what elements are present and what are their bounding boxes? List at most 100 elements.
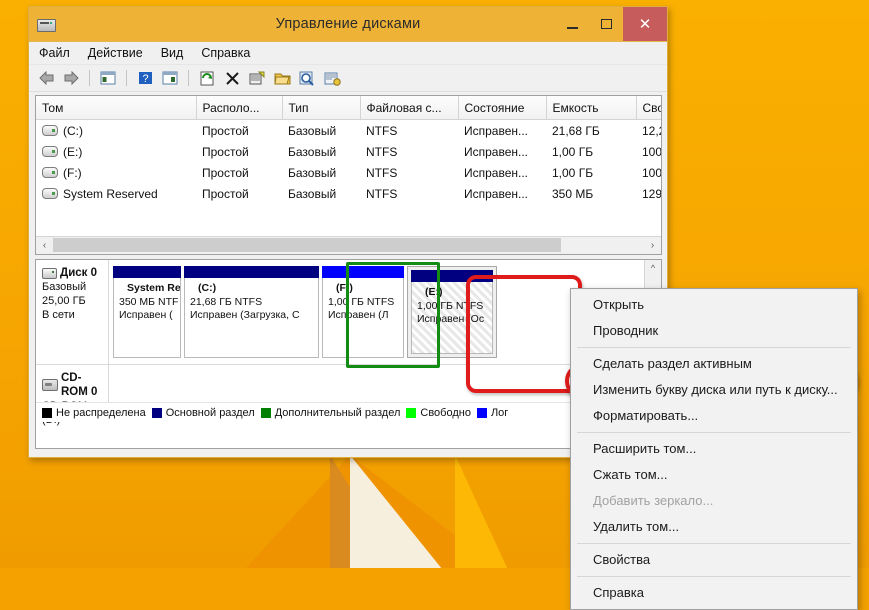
context-menu-item[interactable]: Справка bbox=[571, 580, 857, 606]
menu-item-help[interactable]: Справка bbox=[201, 46, 250, 60]
table-header-row: Том Располо... Тип Файловая с... Состоян… bbox=[36, 96, 662, 120]
volume-type: Базовый bbox=[282, 141, 360, 162]
menu-item-file[interactable]: Файл bbox=[39, 46, 70, 60]
delete-icon[interactable] bbox=[221, 67, 243, 89]
context-menu-item[interactable]: Форматировать... bbox=[571, 403, 857, 429]
partition-name: System Res bbox=[119, 282, 175, 296]
menu-item-view[interactable]: Вид bbox=[161, 46, 184, 60]
context-menu-item[interactable]: Изменить букву диска или путь к диску... bbox=[571, 377, 857, 403]
volume-status: Исправен... bbox=[458, 162, 546, 183]
table-row[interactable]: (E:)ПростойБазовыйNTFSИсправен...1,00 ГБ… bbox=[36, 141, 662, 162]
svg-text:?: ? bbox=[142, 73, 148, 85]
scroll-right-icon[interactable]: › bbox=[644, 237, 661, 254]
toolbar-separator-3 bbox=[188, 70, 189, 86]
volume-status: Исправен... bbox=[458, 141, 546, 162]
menu-separator bbox=[577, 432, 851, 433]
context-menu-item[interactable]: Открыть bbox=[571, 292, 857, 318]
column-header-volume[interactable]: Том bbox=[36, 96, 196, 120]
partition-block[interactable]: (C:)21,68 ГБ NTFSИсправен (Загрузка, С bbox=[184, 266, 319, 358]
volume-free: 1000 МБ bbox=[636, 141, 662, 162]
column-header-status[interactable]: Состояние bbox=[458, 96, 546, 120]
volume-list-hscrollbar[interactable]: ‹ › bbox=[36, 236, 661, 254]
rescan-disks-icon[interactable] bbox=[321, 67, 343, 89]
volume-filesystem: NTFS bbox=[360, 183, 458, 204]
table-row[interactable]: System ReservedПростойБазовыйNTFSИсправе… bbox=[36, 183, 662, 204]
volume-free: 129 МБ bbox=[636, 183, 662, 204]
table-row[interactable]: (C:)ПростойБазовыйNTFSИсправен...21,68 Г… bbox=[36, 120, 662, 142]
volume-layout: Простой bbox=[196, 183, 282, 204]
disk0-type: Базовый bbox=[42, 280, 104, 294]
column-header-type[interactable]: Тип bbox=[282, 96, 360, 120]
open-icon[interactable] bbox=[271, 67, 293, 89]
disk-graphical-panel: Диск 0 Базовый 25,00 ГБ В сети System Re… bbox=[35, 259, 662, 449]
volume-capacity: 1,00 ГБ bbox=[546, 141, 636, 162]
context-menu-item[interactable]: Удалить том... bbox=[571, 514, 857, 540]
partition-block[interactable]: (E:)1,00 ГБ NTFSИсправен (Ос bbox=[407, 266, 497, 358]
volume-name: System Reserved bbox=[36, 183, 196, 204]
hscroll-thumb[interactable] bbox=[53, 238, 561, 252]
partition-status: Исправен (Л bbox=[328, 309, 398, 323]
partition-color-bar bbox=[322, 266, 404, 278]
forward-icon[interactable] bbox=[60, 67, 82, 89]
wallpaper-petal-3 bbox=[350, 455, 455, 568]
cdrom0-info[interactable]: CD-ROM 0 CD-ROM (D:) bbox=[36, 365, 109, 404]
drive-icon bbox=[42, 167, 58, 178]
legend-item: Свободно bbox=[406, 407, 471, 419]
context-menu-item[interactable]: Расширить том... bbox=[571, 436, 857, 462]
context-menu-item[interactable]: Сжать том... bbox=[571, 462, 857, 488]
volume-name: (E:) bbox=[36, 141, 196, 162]
cdrom-icon bbox=[42, 379, 58, 391]
column-header-layout[interactable]: Располо... bbox=[196, 96, 282, 120]
volume-capacity: 1,00 ГБ bbox=[546, 162, 636, 183]
search-icon[interactable] bbox=[296, 67, 318, 89]
partition-name: (C:) bbox=[190, 282, 313, 296]
partition-details: (F:)1,00 ГБ NTFSИсправен (Л bbox=[322, 278, 404, 358]
column-header-free[interactable]: Свобод... bbox=[636, 96, 662, 120]
volume-filesystem: NTFS bbox=[360, 120, 458, 142]
close-button[interactable]: ✕ bbox=[623, 7, 667, 41]
disk0-title: Диск 0 bbox=[60, 266, 97, 280]
volume-filesystem: NTFS bbox=[360, 141, 458, 162]
legend-item: Лог bbox=[477, 407, 508, 419]
toolbar-separator-1 bbox=[89, 70, 90, 86]
minimize-button[interactable] bbox=[555, 7, 589, 41]
volume-free: 12,23 ГБ bbox=[636, 120, 662, 142]
partition-details: (C:)21,68 ГБ NTFSИсправен (Загрузка, С bbox=[184, 278, 319, 358]
back-icon[interactable] bbox=[35, 67, 57, 89]
legend-swatch bbox=[477, 408, 487, 418]
toolbar: ? bbox=[29, 65, 667, 92]
volume-status: Исправен... bbox=[458, 120, 546, 142]
volume-list-panel: Том Располо... Тип Файловая с... Состоян… bbox=[35, 95, 662, 255]
partition-name: (F:) bbox=[328, 282, 398, 296]
table-row[interactable]: (F:)ПростойБазовыйNTFSИсправен...1,00 ГБ… bbox=[36, 162, 662, 183]
scroll-up-icon[interactable]: ^ bbox=[645, 260, 661, 276]
volume-label: (C:) bbox=[63, 124, 83, 138]
properties-icon[interactable] bbox=[246, 67, 268, 89]
legend-item: Основной раздел bbox=[152, 407, 255, 419]
hscroll-track[interactable] bbox=[53, 237, 644, 254]
volume-layout: Простой bbox=[196, 141, 282, 162]
disk0-info[interactable]: Диск 0 Базовый 25,00 ГБ В сети bbox=[36, 260, 109, 364]
partition-block[interactable]: System Res350 МБ NTFИсправен ( bbox=[113, 266, 181, 358]
volume-capacity: 21,68 ГБ bbox=[546, 120, 636, 142]
menu-item-action[interactable]: Действие bbox=[88, 46, 143, 60]
maximize-button[interactable] bbox=[589, 7, 623, 41]
help-icon[interactable]: ? bbox=[134, 67, 156, 89]
partition-block[interactable]: (F:)1,00 ГБ NTFSИсправен (Л bbox=[322, 266, 404, 358]
partition-size: 350 МБ NTF bbox=[119, 296, 175, 310]
partition-status: Исправен (Ос bbox=[417, 313, 487, 327]
drive-icon bbox=[42, 125, 58, 136]
column-header-capacity[interactable]: Емкость bbox=[546, 96, 636, 120]
menu-separator bbox=[577, 576, 851, 577]
partition-status: Исправен ( bbox=[119, 309, 175, 323]
show-action-pane-icon[interactable] bbox=[159, 67, 181, 89]
partition-color-bar bbox=[113, 266, 181, 278]
column-header-filesystem[interactable]: Файловая с... bbox=[360, 96, 458, 120]
context-menu-item: Добавить зеркало... bbox=[571, 488, 857, 514]
show-hide-tree-icon[interactable] bbox=[97, 67, 119, 89]
context-menu-item[interactable]: Проводник bbox=[571, 318, 857, 344]
scroll-left-icon[interactable]: ‹ bbox=[36, 237, 53, 254]
refresh-icon[interactable] bbox=[196, 67, 218, 89]
context-menu-item[interactable]: Свойства bbox=[571, 547, 857, 573]
context-menu-item[interactable]: Сделать раздел активным bbox=[571, 351, 857, 377]
